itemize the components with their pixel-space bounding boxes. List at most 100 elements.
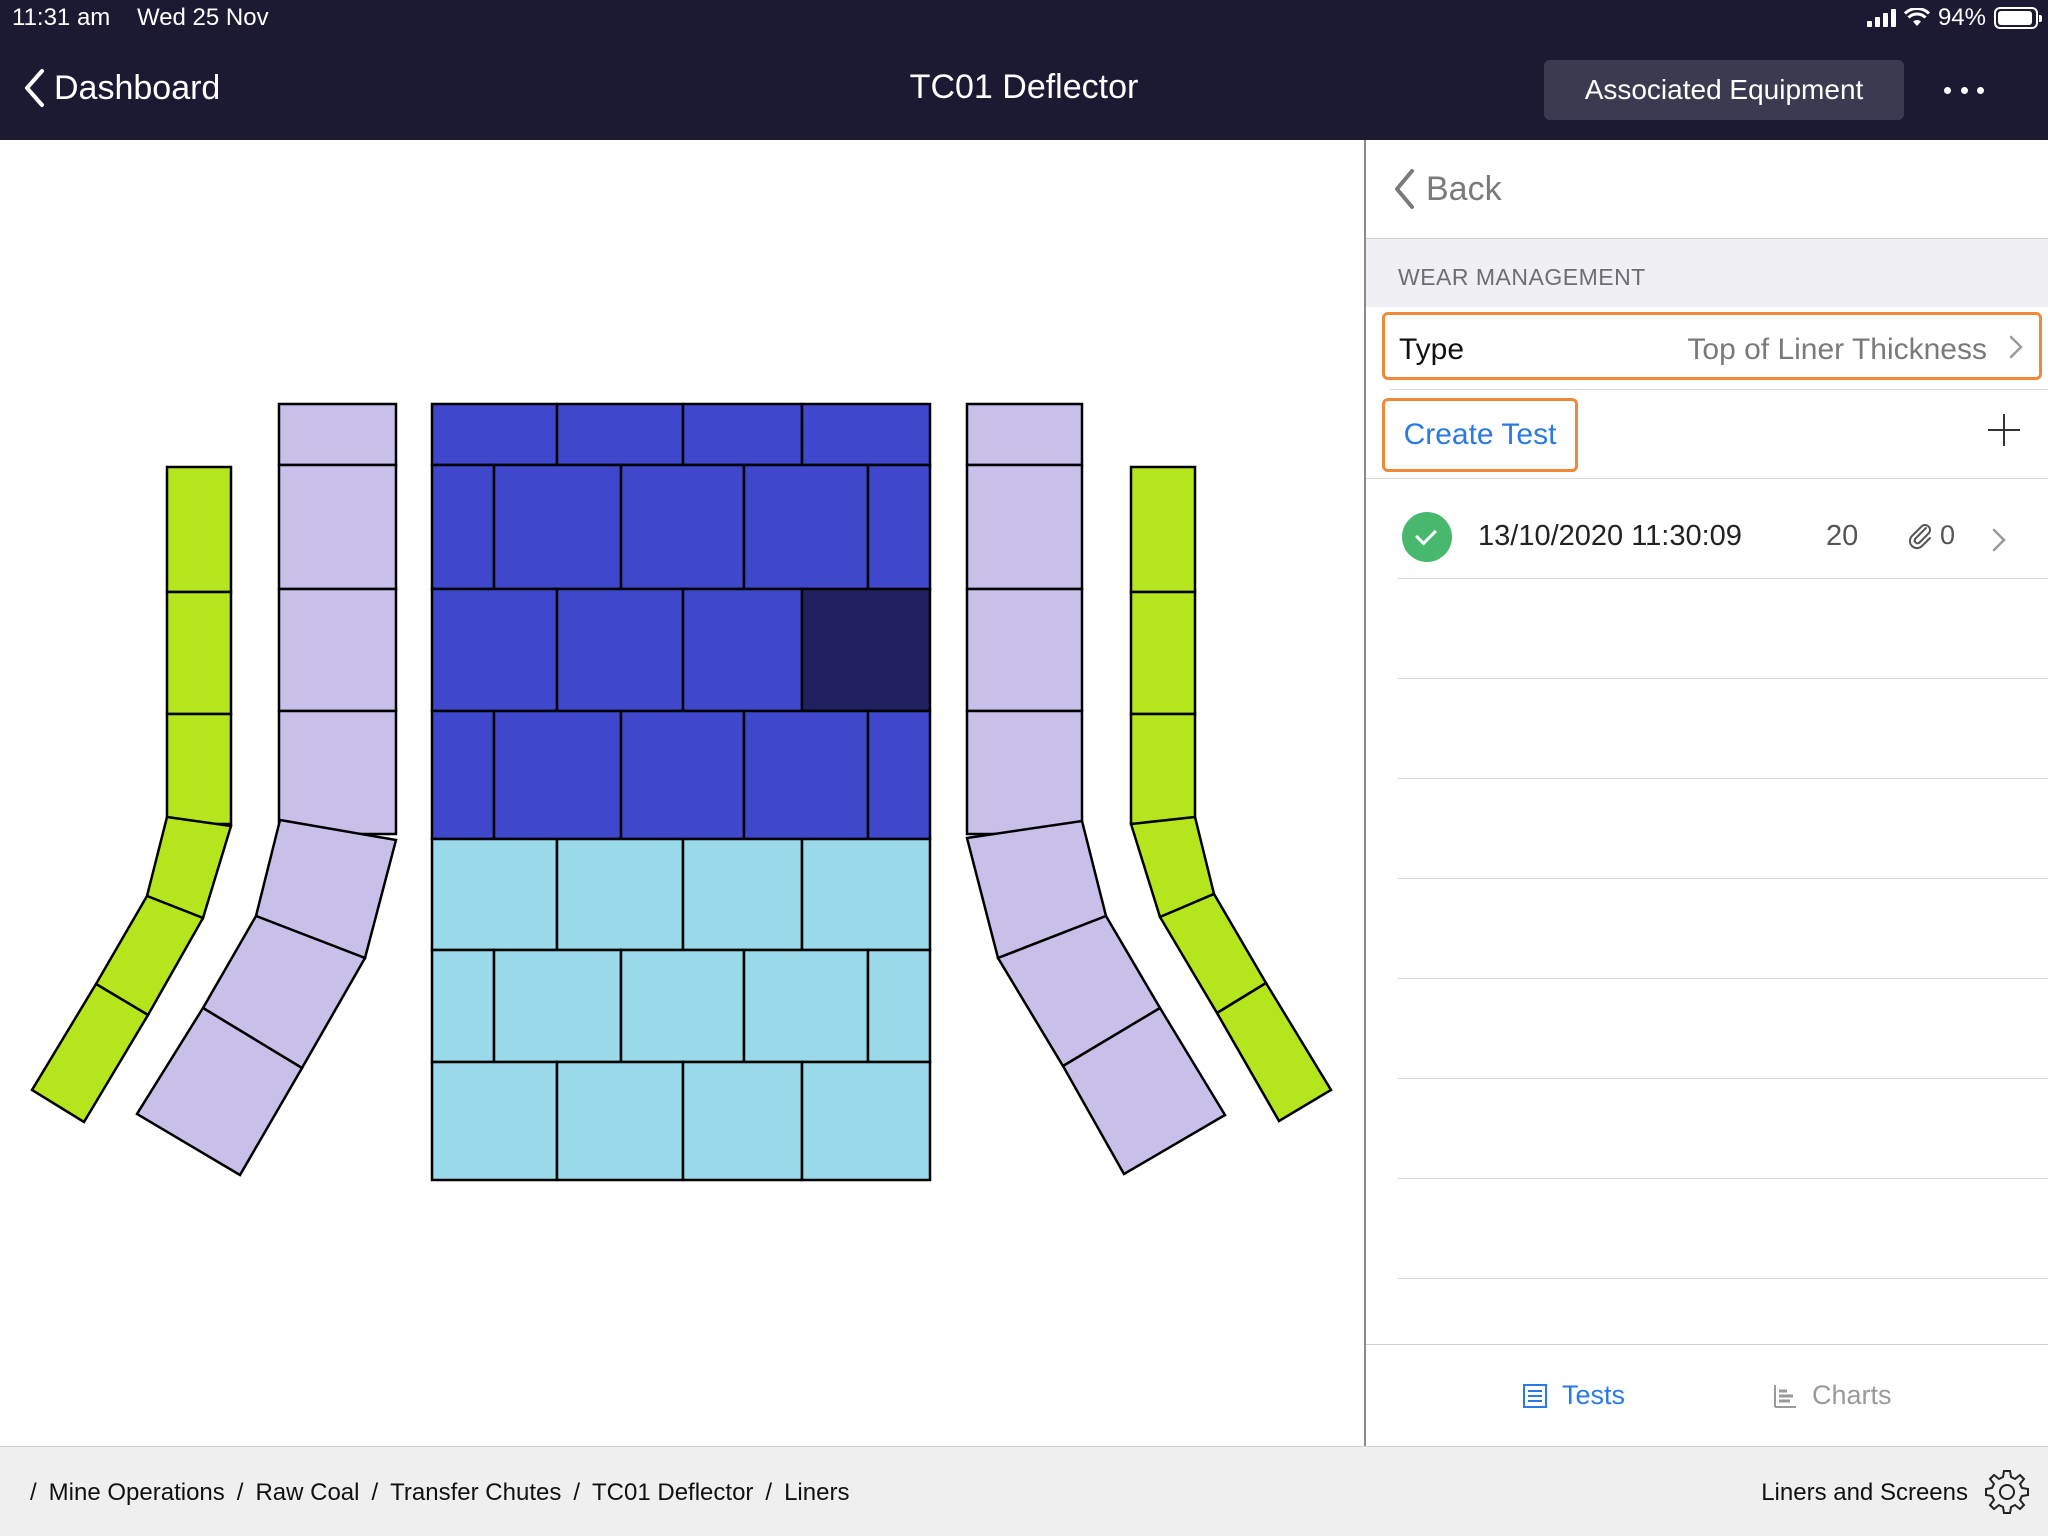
liner-tile[interactable] — [866, 709, 932, 841]
divider — [1398, 878, 2048, 879]
breadcrumb-separator: / — [371, 1479, 379, 1506]
status-time: 11:31 am — [12, 4, 111, 31]
liner-tile[interactable] — [277, 587, 398, 713]
wifi-icon — [1903, 8, 1930, 26]
associated-equipment-button[interactable]: Associated Equipment — [1544, 60, 1904, 120]
liner-tile[interactable] — [742, 463, 870, 591]
liner-tile[interactable] — [800, 402, 932, 467]
liner-tile[interactable] — [866, 948, 932, 1064]
liners-and-screens-link[interactable]: Liners and Screens — [1761, 1479, 1968, 1507]
liner-tile[interactable] — [277, 709, 398, 836]
liner-tile[interactable] — [965, 709, 1084, 836]
liner-tile[interactable] — [165, 590, 233, 716]
liner-tile[interactable] — [681, 1060, 804, 1182]
liner-tile[interactable] — [965, 587, 1084, 713]
liner-tile[interactable] — [800, 837, 932, 952]
status-date: Wed 25 Nov — [136, 4, 269, 31]
create-test-label: Create Test — [1403, 418, 1557, 451]
status-indicators: 94% — [1866, 4, 2042, 32]
liner-tile[interactable] — [492, 948, 623, 1064]
status-time-date: 11:31 am Wed 25 Nov — [12, 4, 269, 32]
associated-equipment-label: Associated Equipment — [1584, 74, 1864, 105]
liner-tile[interactable] — [555, 587, 685, 713]
dashboard-back-button[interactable]: Dashboard — [22, 68, 220, 108]
type-selector-row[interactable]: Type Top of Liner Thickness — [1382, 312, 2042, 380]
liner-tile[interactable] — [866, 463, 932, 591]
panel-back-button[interactable]: Back — [1392, 168, 1502, 210]
divider — [1398, 578, 2048, 579]
liner-tile[interactable] — [800, 1060, 932, 1182]
liner-tile[interactable] — [1129, 712, 1197, 826]
wear-management-panel: Back WEAR MANAGEMENT Type Top of Liner T… — [1364, 140, 2048, 1446]
chevron-left-icon — [25, 69, 44, 107]
liner-tile[interactable] — [619, 463, 746, 591]
liner-tile[interactable] — [555, 837, 685, 952]
top-bar: 11:31 am Wed 25 Nov 94% Dashboard TC01 D… — [0, 0, 2048, 140]
panel-back-label: Back — [1426, 169, 1502, 208]
liner-diagram-area — [0, 140, 1364, 1446]
liner-tile-selected[interactable] — [800, 587, 932, 713]
tab-charts-label: Charts — [1812, 1380, 1892, 1410]
liner-tile[interactable] — [165, 465, 233, 594]
breadcrumb-separator: / — [765, 1479, 773, 1506]
liner-tile[interactable] — [430, 837, 559, 952]
liner-tile[interactable] — [555, 402, 685, 467]
test-reading-count: 20 — [1826, 520, 1859, 552]
liner-tile[interactable] — [492, 709, 623, 841]
liner-tile[interactable] — [30, 982, 150, 1124]
liner-tile[interactable] — [619, 709, 746, 841]
liner-tile[interactable] — [430, 463, 496, 591]
liner-tile[interactable] — [1129, 465, 1197, 594]
liner-tile[interactable] — [430, 1060, 559, 1182]
signal-icon — [1866, 9, 1896, 27]
test-date: 13/10/2020 11:30:09 — [1478, 520, 1742, 552]
breadcrumb-separator: / — [236, 1479, 244, 1506]
chart-icon — [1774, 1384, 1796, 1408]
liner-tile[interactable] — [492, 463, 623, 591]
tab-bar-divider — [1366, 1344, 2048, 1345]
breadcrumb-item[interactable]: Mine Operations — [49, 1479, 225, 1507]
paperclip-icon — [1908, 524, 1931, 550]
liner-tile[interactable] — [681, 402, 804, 467]
liner-tile[interactable] — [619, 948, 746, 1064]
battery-icon — [1994, 7, 2042, 29]
liner-tile[interactable] — [965, 402, 1084, 467]
plus-icon[interactable] — [1984, 410, 2024, 450]
test-list-item[interactable]: 13/10/2020 11:30:09 20 0 — [1366, 480, 2048, 580]
liner-tile[interactable] — [681, 837, 804, 952]
divider — [1398, 1178, 2048, 1179]
breadcrumb-item[interactable]: TC01 Deflector — [592, 1479, 753, 1507]
liner-tile[interactable] — [742, 709, 870, 841]
divider — [1366, 478, 2048, 479]
liner-tile[interactable] — [555, 1060, 685, 1182]
type-value: Top of Liner Thickness — [1687, 333, 1987, 366]
breadcrumb-item[interactable]: Transfer Chutes — [390, 1479, 561, 1507]
liner-tile[interactable] — [1129, 590, 1197, 716]
breadcrumb-item[interactable]: Raw Coal — [255, 1479, 359, 1507]
more-icon[interactable] — [1944, 72, 1984, 108]
liner-tile[interactable] — [430, 709, 496, 841]
chevron-right-icon — [1992, 528, 2006, 552]
breadcrumb-item[interactable]: Liners — [784, 1479, 849, 1507]
liner-tile[interactable] — [277, 402, 398, 467]
divider — [1390, 389, 2048, 390]
liner-tile[interactable] — [430, 948, 496, 1064]
liner-tile[interactable] — [430, 402, 559, 467]
liner-tile[interactable] — [165, 712, 233, 826]
tab-tests[interactable]: Tests — [1522, 1380, 1625, 1411]
check-icon — [1402, 512, 1452, 562]
create-test-button[interactable]: Create Test — [1382, 398, 1578, 472]
liner-tile[interactable] — [742, 948, 870, 1064]
gear-icon[interactable] — [1982, 1467, 2032, 1517]
liner-tile[interactable] — [1215, 981, 1333, 1123]
attachment-count: 0 — [1940, 520, 1956, 550]
tab-tests-label: Tests — [1562, 1380, 1626, 1410]
liner-tile[interactable] — [965, 463, 1084, 591]
tab-charts[interactable]: Charts — [1772, 1380, 1892, 1411]
liner-tile[interactable] — [277, 463, 398, 591]
type-label: Type — [1399, 333, 1465, 366]
liner-tile[interactable] — [681, 587, 804, 713]
breadcrumb-separator: / — [573, 1479, 581, 1506]
divider — [1398, 1278, 2048, 1279]
liner-tile[interactable] — [430, 587, 559, 713]
